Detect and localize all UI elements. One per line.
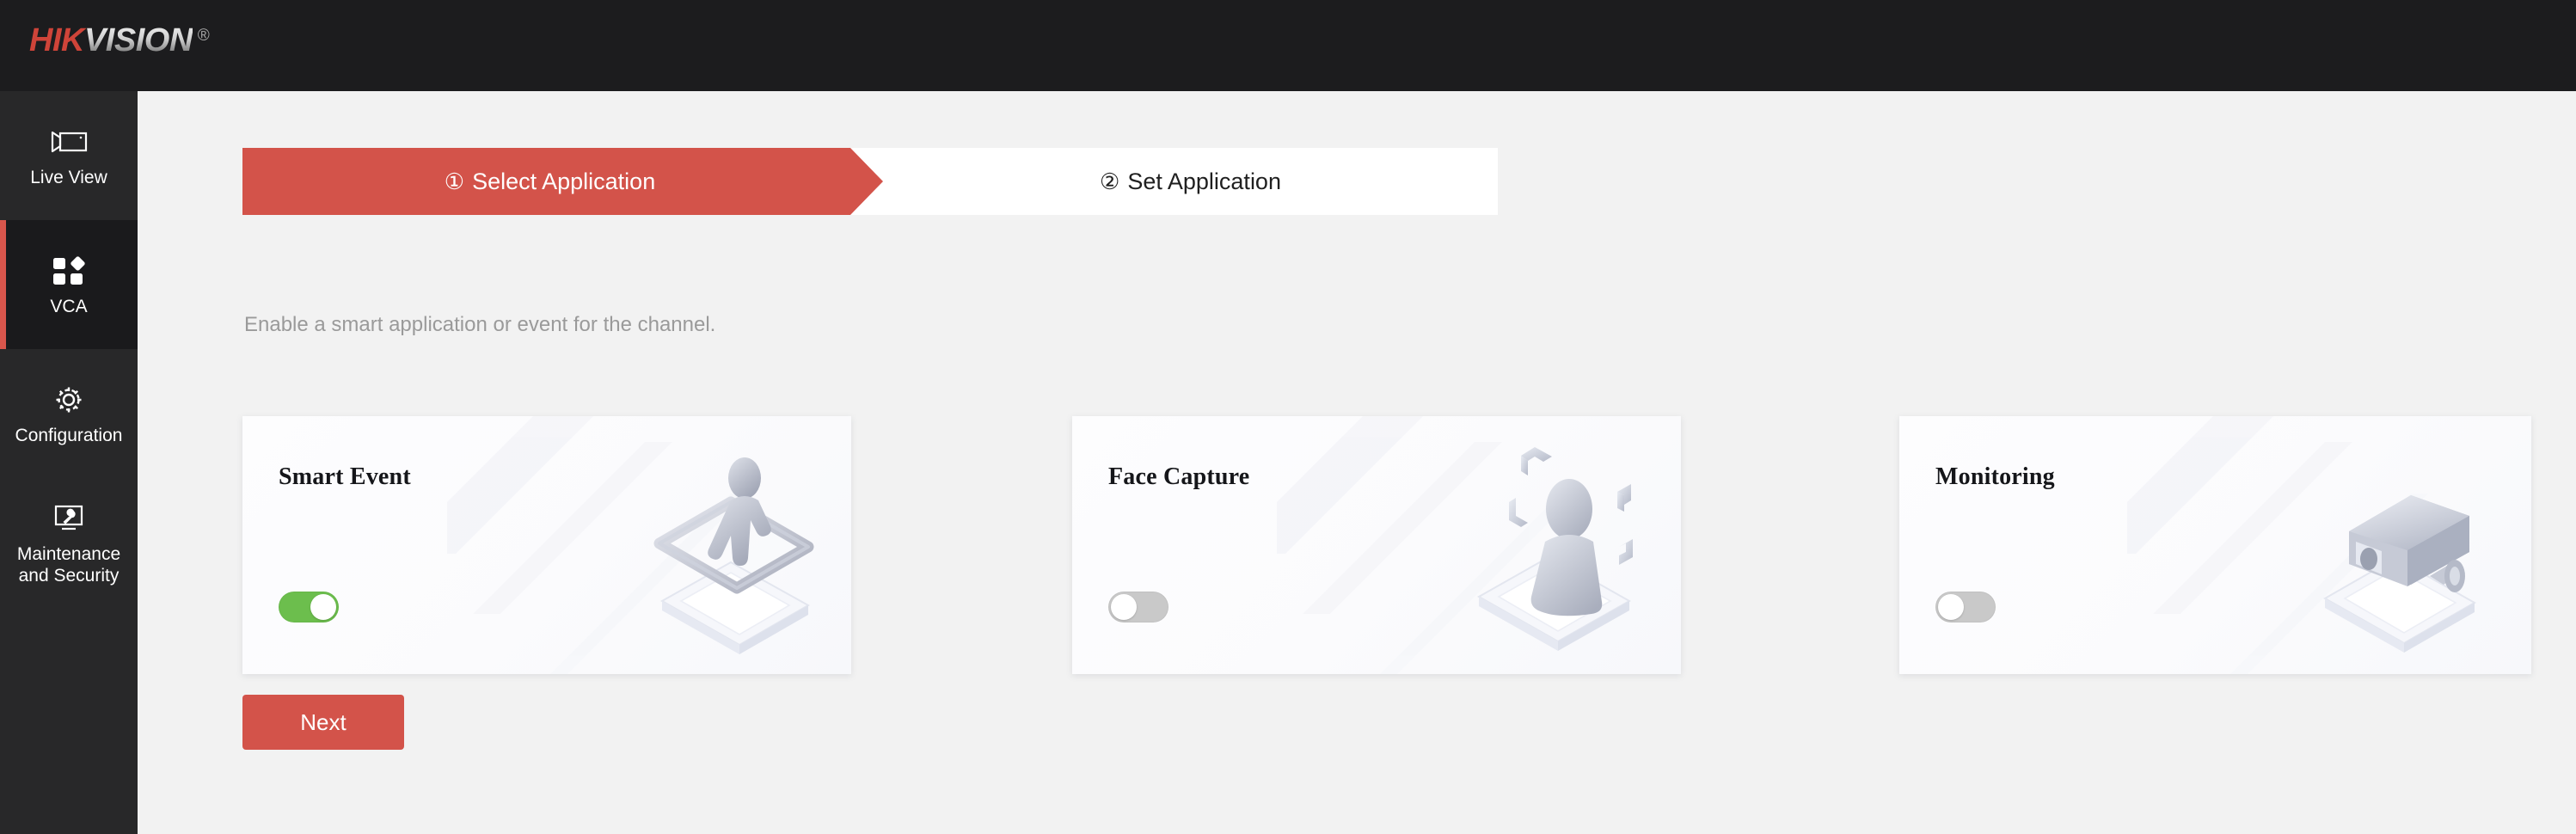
- card-title-monitoring: Monitoring: [1935, 463, 2055, 490]
- step-number-1: ①: [444, 168, 465, 194]
- wizard-step-set-application[interactable]: ② Set Application: [883, 148, 1498, 215]
- wizard-step-bar: ① Select Application ② Set Application: [242, 148, 1498, 215]
- wizard-hint-text: Enable a smart application or event for …: [244, 313, 716, 336]
- card-title-smart-event: Smart Event: [279, 463, 411, 490]
- toggle-knob: [1938, 594, 1964, 620]
- logo-text-vision: VISION: [83, 22, 193, 58]
- person-on-platform-icon: [447, 416, 814, 674]
- toggle-knob: [1111, 594, 1137, 620]
- logo-text-hik: HIK: [29, 22, 84, 58]
- app-header: HIK VISION ®: [0, 0, 2576, 91]
- registered-trademark-icon: ®: [197, 27, 210, 45]
- toggle-smart-event[interactable]: [279, 592, 339, 622]
- application-window: HIK VISION ® Live View VCA Configuration…: [0, 0, 2576, 834]
- sidebar-item-vca[interactable]: VCA: [0, 220, 138, 349]
- main-sidebar: Live View VCA Configuration Maintenance …: [0, 91, 138, 834]
- gear-icon: [52, 381, 86, 419]
- camcorder-icon: [50, 123, 88, 161]
- card-title-face-capture: Face Capture: [1108, 463, 1250, 490]
- step-label-2: Set Application: [1127, 168, 1281, 194]
- wrench-box-icon: [51, 500, 87, 537]
- grid-apps-icon: [52, 252, 86, 290]
- main-content: ① Select Application ② Set Application E…: [138, 91, 2576, 834]
- sidebar-label-maintenance-and-security: Maintenance and Security: [16, 543, 121, 586]
- step-number-2: ②: [1100, 168, 1120, 194]
- hikvision-logo: HIK VISION ®: [29, 22, 210, 59]
- toggle-face-capture[interactable]: [1108, 592, 1168, 622]
- sidebar-item-maintenance-and-security[interactable]: Maintenance and Security: [0, 478, 138, 607]
- step-label-1: Select Application: [472, 168, 656, 194]
- application-card-smart-event[interactable]: Smart Event: [242, 416, 851, 674]
- sidebar-label-configuration: Configuration: [15, 426, 123, 445]
- application-card-monitoring[interactable]: Monitoring: [1899, 416, 2531, 674]
- wizard-step-select-application[interactable]: ① Select Application: [242, 148, 883, 215]
- sidebar-label-live-view: Live View: [30, 168, 107, 187]
- face-brackets-icon: [1277, 416, 1633, 674]
- application-card-face-capture[interactable]: Face Capture: [1072, 416, 1681, 674]
- toggle-monitoring[interactable]: [1935, 592, 1996, 622]
- sidebar-item-live-view[interactable]: Live View: [0, 91, 138, 220]
- application-card-list: Smart Event Face Capture Monitoring: [242, 416, 2564, 674]
- sidebar-item-configuration[interactable]: Configuration: [0, 349, 138, 478]
- sidebar-label-vca: VCA: [50, 297, 88, 316]
- next-button[interactable]: Next: [242, 695, 404, 750]
- cctv-camera-icon: [2127, 416, 2477, 674]
- toggle-knob: [310, 594, 336, 620]
